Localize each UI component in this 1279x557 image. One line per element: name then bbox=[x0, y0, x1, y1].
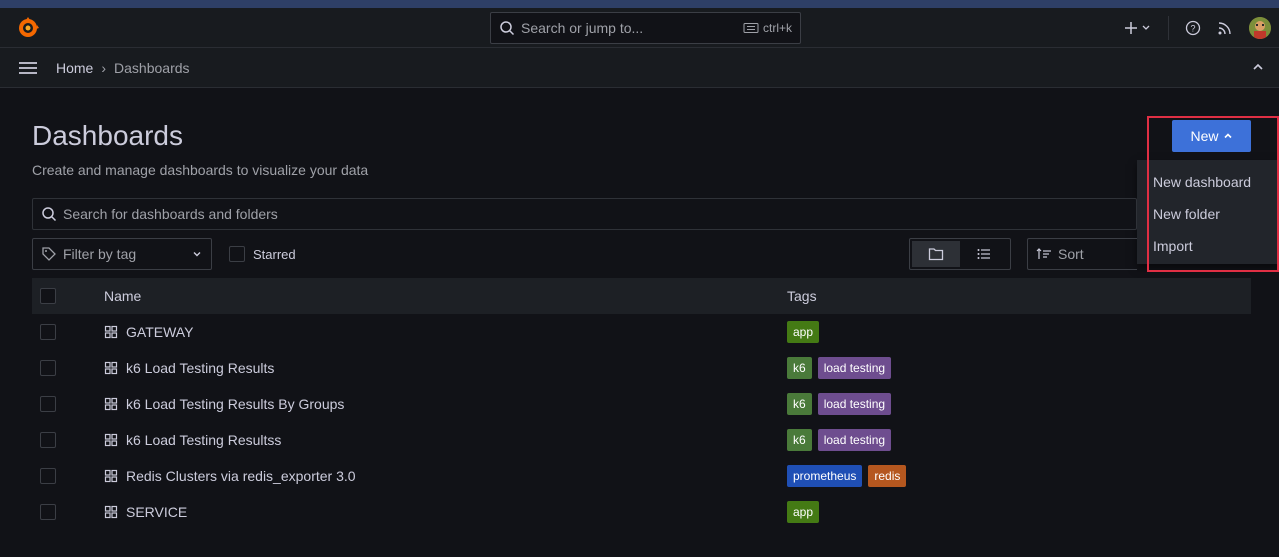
dashboard-grid-icon bbox=[104, 505, 118, 519]
global-search-placeholder: Search or jump to... bbox=[521, 20, 644, 36]
tag-badge[interactable]: load testing bbox=[817, 357, 892, 379]
list-view-button[interactable] bbox=[960, 241, 1008, 267]
chevron-up-icon[interactable] bbox=[1251, 60, 1265, 74]
help-icon[interactable]: ? bbox=[1185, 20, 1201, 36]
sort-select[interactable]: Sort bbox=[1027, 238, 1137, 270]
table-row[interactable]: Redis Clusters via redis_exporter 3.0 pro… bbox=[32, 458, 1251, 494]
dashboard-search-placeholder: Search for dashboards and folders bbox=[63, 206, 278, 222]
global-search-input[interactable]: Search or jump to... ctrl+k bbox=[490, 12, 801, 44]
tag-icon bbox=[41, 246, 57, 262]
chevron-down-icon bbox=[191, 248, 203, 260]
select-all-checkbox[interactable] bbox=[40, 288, 56, 304]
chevron-up-icon bbox=[1223, 131, 1233, 141]
dashboard-grid-icon bbox=[104, 325, 118, 339]
search-icon bbox=[41, 206, 57, 222]
add-new-button[interactable] bbox=[1124, 20, 1152, 36]
table-row[interactable]: k6 Load Testing Results By Groups k6 load … bbox=[32, 386, 1251, 422]
breadcrumb-bar: Home › Dashboards bbox=[0, 48, 1279, 88]
search-shortcut-hint: ctrl+k bbox=[762, 21, 792, 35]
header-tags: Tags bbox=[787, 288, 817, 304]
dashboards-table: Name Tags GATEWAY app k6 Load Testing Resu… bbox=[32, 278, 1251, 530]
table-header: Name Tags bbox=[32, 278, 1251, 314]
new-dropdown-menu: New dashboard New folder Import bbox=[1137, 160, 1279, 264]
folder-view-button[interactable] bbox=[912, 241, 960, 267]
sort-placeholder: Sort bbox=[1058, 246, 1084, 262]
top-accent-strip bbox=[0, 0, 1279, 8]
table-row[interactable]: k6 Load Testing Resultss k6 load testing bbox=[32, 422, 1251, 458]
svg-text:?: ? bbox=[1190, 24, 1195, 34]
row-checkbox[interactable] bbox=[40, 468, 56, 484]
table-row[interactable]: SERVICE app bbox=[32, 494, 1251, 530]
dashboard-name-link[interactable]: k6 Load Testing Results bbox=[126, 360, 274, 376]
grafana-logo-icon[interactable] bbox=[16, 16, 40, 40]
breadcrumb-separator: › bbox=[101, 59, 107, 76]
tag-filter-placeholder: Filter by tag bbox=[63, 246, 137, 262]
breadcrumb-home[interactable]: Home bbox=[56, 60, 93, 76]
tag-badge[interactable]: app bbox=[787, 321, 820, 343]
dashboard-name-link[interactable]: k6 Load Testing Results By Groups bbox=[126, 396, 344, 412]
menu-item-new-dashboard[interactable]: New dashboard bbox=[1137, 166, 1279, 198]
starred-label: Starred bbox=[253, 246, 296, 262]
dashboard-name-link[interactable]: Redis Clusters via redis_exporter 3.0 bbox=[126, 468, 356, 484]
view-toggle bbox=[909, 238, 1011, 270]
tag-badge[interactable]: app bbox=[787, 501, 820, 523]
page-title: Dashboards bbox=[32, 120, 183, 151]
top-bar: Search or jump to... ctrl+k ? bbox=[0, 8, 1279, 48]
table-row[interactable]: k6 Load Testing Results k6 load testing bbox=[32, 350, 1251, 386]
new-button-label: New bbox=[1190, 128, 1219, 144]
menu-item-import[interactable]: Import bbox=[1137, 230, 1279, 262]
dashboard-grid-icon bbox=[104, 469, 118, 483]
dashboard-grid-icon bbox=[104, 433, 118, 447]
news-feed-icon[interactable] bbox=[1217, 20, 1233, 36]
user-avatar[interactable] bbox=[1249, 17, 1271, 39]
row-checkbox[interactable] bbox=[40, 504, 56, 520]
search-icon bbox=[499, 20, 515, 36]
tag-badge[interactable]: prometheus bbox=[787, 465, 863, 487]
tag-badge[interactable]: k6 bbox=[787, 357, 812, 379]
row-checkbox[interactable] bbox=[40, 432, 56, 448]
menu-item-new-folder[interactable]: New folder bbox=[1137, 198, 1279, 230]
tag-badge[interactable]: load testing bbox=[817, 429, 892, 451]
tag-badge[interactable]: k6 bbox=[787, 393, 812, 415]
tag-badge[interactable]: k6 bbox=[787, 429, 812, 451]
dashboard-grid-icon bbox=[104, 361, 118, 375]
dashboard-name-link[interactable]: k6 Load Testing Resultss bbox=[126, 432, 281, 448]
menu-icon[interactable] bbox=[18, 60, 38, 76]
tag-filter-select[interactable]: Filter by tag bbox=[32, 238, 212, 270]
starred-checkbox[interactable] bbox=[229, 246, 245, 262]
starred-filter[interactable]: Starred bbox=[229, 246, 296, 262]
dashboard-name-link[interactable]: SERVICE bbox=[126, 504, 187, 520]
table-row[interactable]: GATEWAY app bbox=[32, 314, 1251, 350]
row-checkbox[interactable] bbox=[40, 396, 56, 412]
dashboard-name-link[interactable]: GATEWAY bbox=[126, 324, 193, 340]
tag-badge[interactable]: load testing bbox=[817, 393, 892, 415]
keyboard-icon bbox=[743, 22, 759, 34]
header-name: Name bbox=[104, 288, 142, 304]
dashboard-grid-icon bbox=[104, 397, 118, 411]
row-checkbox[interactable] bbox=[40, 324, 56, 340]
page-subtitle: Create and manage dashboards to visualiz… bbox=[32, 162, 369, 178]
row-checkbox[interactable] bbox=[40, 360, 56, 376]
new-button[interactable]: New bbox=[1172, 120, 1251, 152]
breadcrumb-current: Dashboards bbox=[114, 59, 190, 76]
sort-icon bbox=[1036, 247, 1052, 261]
tag-badge[interactable]: redis bbox=[868, 465, 907, 487]
dashboard-search-input[interactable]: Search for dashboards and folders bbox=[32, 198, 1137, 230]
